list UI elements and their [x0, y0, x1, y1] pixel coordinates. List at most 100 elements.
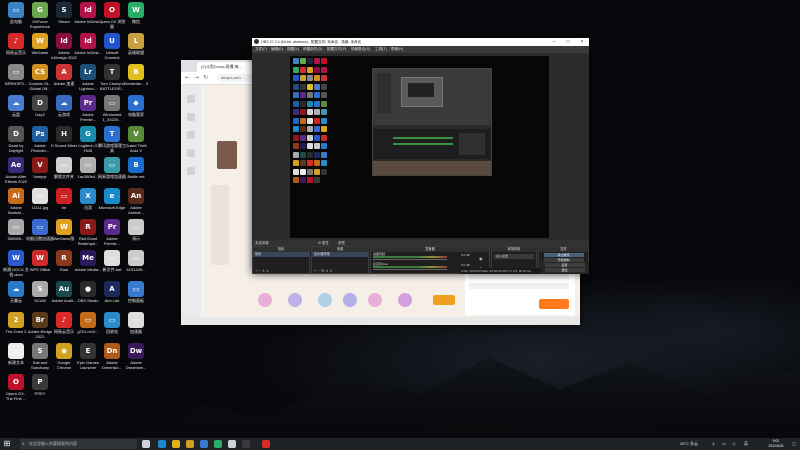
volume-slider[interactable] [373, 269, 447, 270]
network-icon[interactable]: ▭ [722, 438, 726, 450]
desktop-icon[interactable]: ◆ 电脑管家 [122, 95, 150, 117]
taskbar: ⊞ ⌕ 在这里输入你要搜索的内容 28°C 多云 ∧ ▭ ◁ 英 8:02 20… [0, 438, 800, 450]
maximize-icon[interactable]: □ [561, 38, 575, 46]
move-up-icon[interactable]: ∧ [326, 268, 329, 273]
app-icon: Lr [80, 64, 96, 80]
send-button[interactable] [539, 299, 569, 309]
desktop-icon[interactable]: ▭ 6131445... [122, 250, 150, 272]
notification-icon[interactable]: ▢ [792, 438, 796, 450]
gift-icon[interactable] [318, 293, 332, 307]
remove-icon[interactable]: − [258, 268, 260, 273]
app-icon: ▭ [80, 312, 96, 328]
streamer-avatar[interactable] [217, 141, 237, 169]
url-field[interactable]: douyu.com [217, 74, 257, 82]
gift-icon[interactable] [288, 293, 302, 307]
reload-icon[interactable]: ↻ [203, 74, 208, 82]
sidebar-icon[interactable] [187, 131, 195, 139]
preview-app-icon [307, 75, 313, 81]
desktop-icon[interactable]: B Battle.net [122, 157, 150, 179]
add-icon[interactable]: + [255, 268, 257, 273]
forward-icon[interactable]: → [194, 74, 199, 82]
volume-slider[interactable] [373, 259, 447, 260]
transition-select[interactable]: 淡入淡出 [494, 254, 534, 259]
mixer-channel[interactable]: 桌面音频 [373, 253, 457, 261]
sidebar-icon[interactable] [187, 113, 195, 121]
minimize-icon[interactable]: – [547, 38, 561, 46]
close-icon[interactable]: × [575, 38, 589, 46]
add-icon[interactable]: + [314, 268, 316, 273]
menu-edit[interactable]: 编辑(E) [271, 46, 283, 53]
gift-icon[interactable] [258, 293, 272, 307]
gear-icon[interactable]: ⚙ [321, 268, 325, 273]
chrome-icon[interactable] [186, 440, 194, 448]
menu-file[interactable]: 文件(F) [255, 46, 267, 53]
desktop-icon[interactable]: An Adobe Animat... [122, 188, 150, 215]
obs-preview-canvas[interactable] [290, 56, 549, 238]
menu-docks[interactable]: 停靠部件(D) [303, 46, 322, 53]
preview-app-icon [300, 151, 306, 158]
gift-icon[interactable] [368, 293, 382, 307]
back-icon[interactable]: ← [185, 74, 190, 82]
preview-app-icon [300, 177, 306, 183]
preview-app-icon [314, 109, 320, 115]
nested-meter [393, 137, 453, 139]
weather-label[interactable]: 28°C 多云 [680, 438, 698, 450]
task-view-icon[interactable] [142, 440, 150, 448]
obs-window[interactable]: OBS 27.2.4 (64-bit, windows) - 配置文件: 未命名… [252, 38, 589, 274]
desktop-icon[interactable]: ▭ 演示 [122, 219, 150, 241]
desktop-icon[interactable]: ▭ 控制面板 [122, 281, 150, 303]
wechat-icon[interactable] [214, 440, 222, 448]
mixer-channel[interactable]: 麦克风/Aux [373, 263, 457, 271]
scene-item[interactable]: 场景 [253, 252, 309, 257]
mail-icon[interactable] [228, 440, 236, 448]
file-explorer-icon[interactable] [172, 440, 180, 448]
input-language[interactable]: 英 [744, 438, 748, 450]
taskbar-clock[interactable]: 8:02 2022/6/24 [764, 439, 788, 449]
preview-app-icon [300, 100, 306, 107]
chat-input-area[interactable] [465, 269, 575, 315]
windows-start-icon[interactable]: ⊞ [2, 439, 12, 449]
sidebar-icon[interactable] [187, 167, 195, 175]
menu-help[interactable]: 帮助(H) [391, 46, 403, 53]
app-icon: Au [56, 281, 72, 297]
desktop-icon[interactable]: B Borderlan... 3 [122, 64, 150, 86]
app-icon: e [104, 188, 120, 204]
app-icon: Id [80, 33, 96, 49]
gift-icon[interactable] [343, 293, 357, 307]
move-down-icon[interactable]: ∨ [330, 268, 333, 273]
desktop-icon[interactable]: ▭ 加速器 [122, 312, 150, 334]
remove-icon[interactable]: − [317, 268, 319, 273]
move-down-icon[interactable]: ∨ [266, 268, 269, 273]
desktop-icon[interactable]: V Grand Theft Auto V [122, 126, 150, 153]
desktop-icon[interactable]: W 微信 [122, 2, 150, 24]
gift-icon[interactable] [398, 293, 412, 307]
taskbar-search-box[interactable]: ⌕ 在这里输入你要搜索的内容 [20, 439, 137, 449]
settings-button[interactable]: 设置 [544, 263, 585, 267]
desktop-icon[interactable]: P PREY [26, 374, 54, 396]
menu-view[interactable]: 视图(V) [287, 46, 299, 53]
netease-icon[interactable] [262, 440, 270, 448]
menu-profile[interactable]: 配置文件(P) [327, 46, 346, 53]
obs-taskbar-icon[interactable] [242, 440, 250, 448]
tray-chevron-icon[interactable]: ∧ [712, 438, 715, 450]
edge-icon[interactable] [158, 440, 166, 448]
preview-app-icon [300, 126, 306, 132]
source-item[interactable]: 显示器采集 [312, 252, 368, 257]
app-icon: ▭ [104, 312, 120, 328]
app-icon: W [32, 33, 48, 49]
stop-streaming-button[interactable]: 停止推流 [543, 253, 584, 257]
sidebar-icon[interactable] [187, 149, 195, 157]
menu-tools[interactable]: 工具(T) [375, 46, 387, 53]
exit-button[interactable]: 退出 [544, 268, 585, 272]
speaker-icon[interactable]: ◉ [479, 256, 483, 261]
charge-button[interactable] [433, 295, 455, 305]
desktop-icon[interactable]: Dw Adobe Dreamwe... [122, 343, 150, 370]
preview-app-icon [300, 160, 306, 166]
menu-scene-collection[interactable]: 场景集合(S) [351, 46, 370, 53]
volume-icon[interactable]: ◁ [732, 438, 735, 450]
sidebar-icon[interactable] [187, 95, 195, 103]
move-up-icon[interactable]: ∧ [262, 268, 265, 273]
store-icon[interactable] [200, 440, 208, 448]
desktop-icon[interactable]: L 英雄联盟 [122, 33, 150, 55]
browser-tab[interactable]: (2)斗鱼Douyu直播-每... [197, 62, 259, 72]
